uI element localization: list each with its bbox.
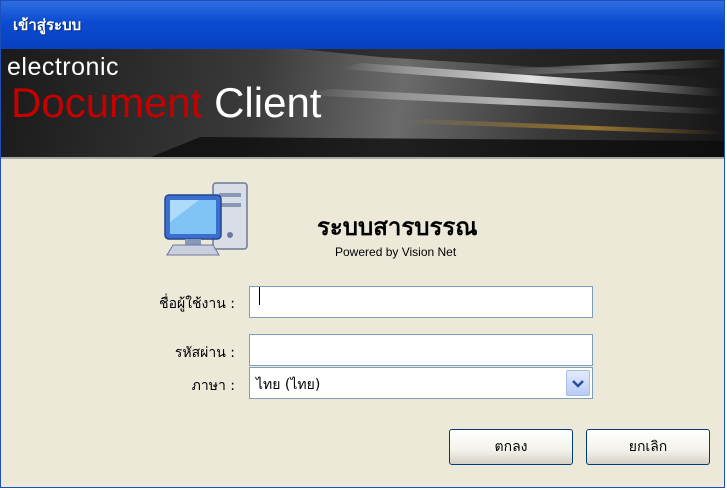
title-bar[interactable]: เข้าสู่ระบบ	[1, 1, 724, 50]
text-cursor	[259, 287, 260, 305]
banner-word-client: Client	[202, 79, 322, 126]
language-select-value: ไทย (ไทย)	[256, 377, 321, 393]
app-title: ระบบสารบรรณ	[317, 213, 478, 241]
banner-subtitle: electronic	[7, 53, 119, 81]
banner-title: Document Client	[11, 79, 321, 127]
banner-word-document: Document	[11, 79, 203, 126]
window-title: เข้าสู่ระบบ	[13, 16, 82, 34]
ok-button[interactable]: ตกลง	[449, 429, 573, 465]
login-dialog: เข้าสู่ระบบ electronic Document Client ร…	[0, 0, 725, 488]
computer-icon	[164, 182, 248, 256]
chevron-down-icon	[572, 380, 584, 388]
login-panel: ระบบสารบรรณ Powered by Vision Net ชื่อผู…	[1, 159, 724, 487]
username-input[interactable]	[249, 286, 593, 318]
password-input[interactable]	[249, 334, 593, 366]
dropdown-arrow-button[interactable]	[566, 370, 590, 396]
password-label: รหัสผ่าน :	[174, 345, 235, 361]
powered-by-text: Powered by Vision Net	[335, 245, 457, 259]
username-label: ชื่อผู้ใช้งาน :	[159, 296, 235, 312]
cancel-button[interactable]: ยกเลิก	[586, 429, 710, 465]
language-label: ภาษา :	[191, 378, 235, 394]
app-banner: electronic Document Client	[1, 49, 724, 159]
language-select[interactable]: ไทย (ไทย)	[249, 367, 593, 399]
